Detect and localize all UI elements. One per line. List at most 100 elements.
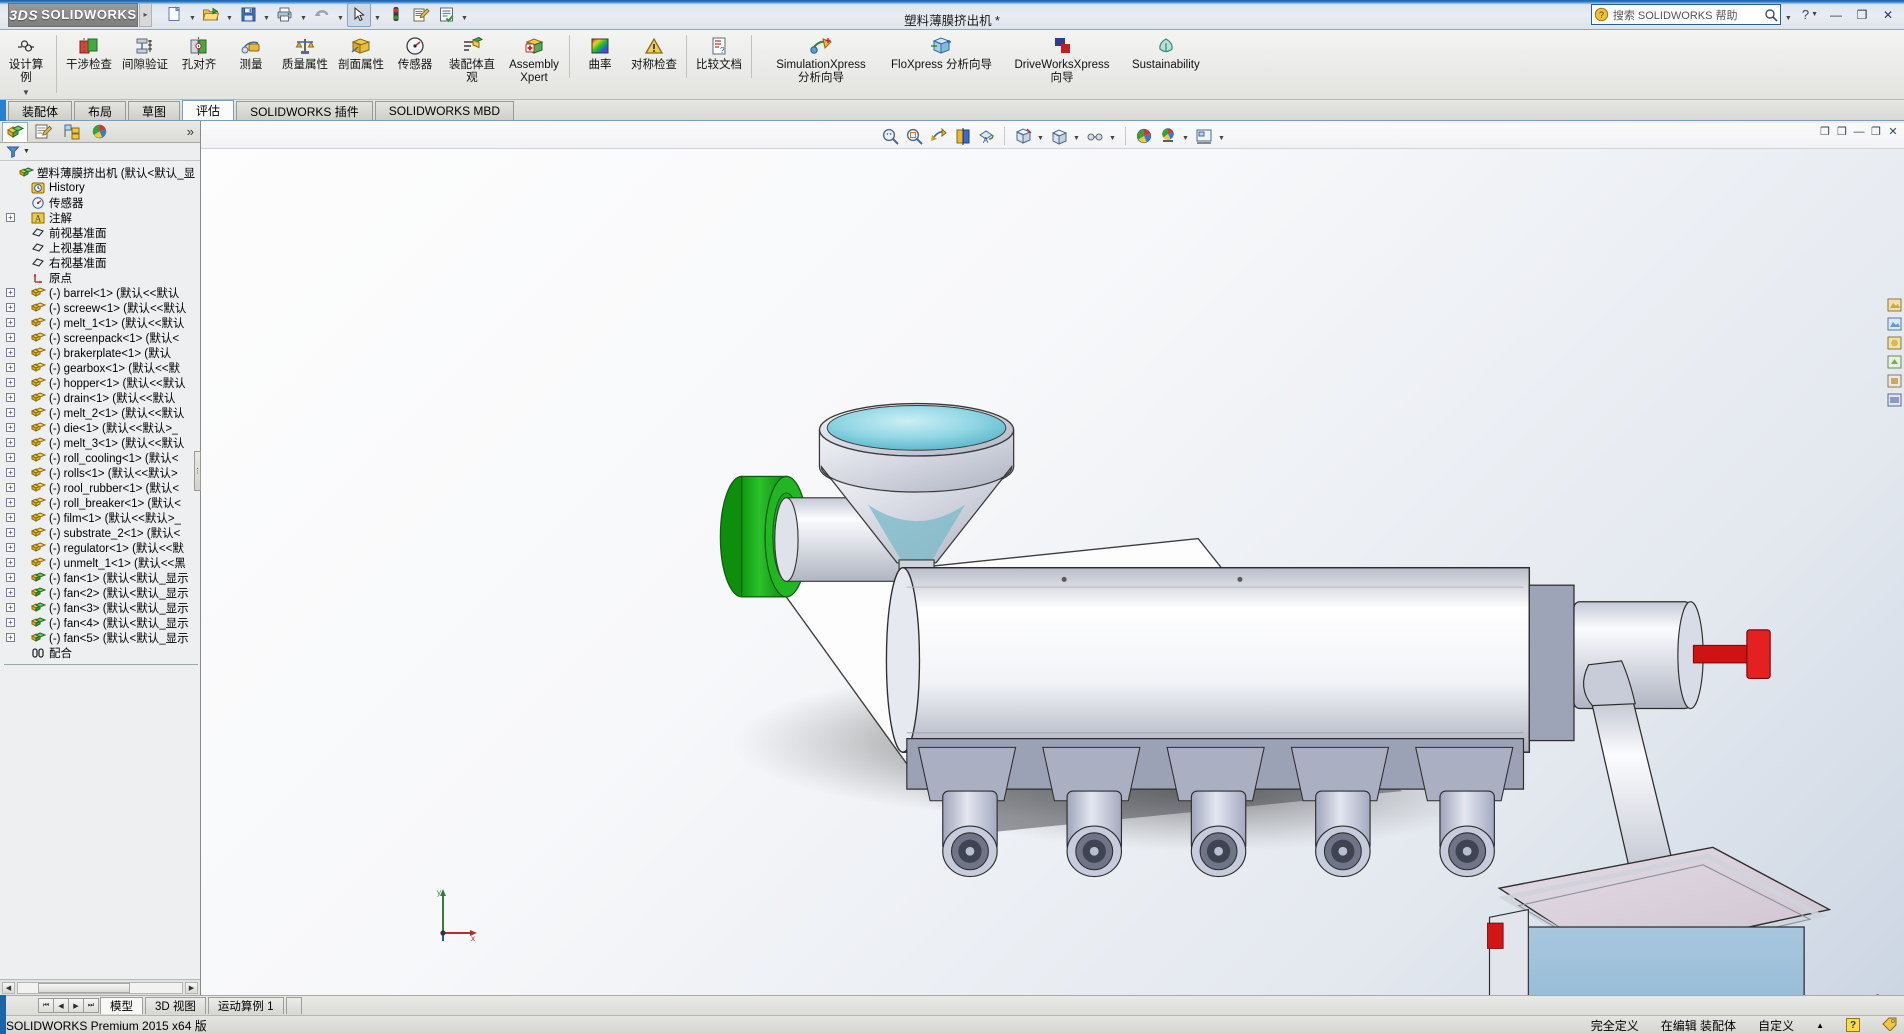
ribbon-button-2[interactable]: 孔对齐 (173, 33, 225, 72)
tree-node[interactable]: +(-) brakerplate<1> (默认 (4, 345, 200, 360)
tree-expander[interactable]: + (6, 513, 15, 522)
select-tool-button[interactable] (347, 3, 371, 27)
checklist-button[interactable] (434, 3, 458, 27)
tree-node[interactable]: 配合 (4, 645, 200, 660)
tree-node[interactable]: 前视基准面 (4, 225, 200, 240)
tree-expander[interactable]: + (6, 558, 15, 567)
print-button[interactable] (273, 3, 297, 27)
extruder-model[interactable] (201, 121, 1904, 995)
tab-4[interactable]: SOLIDWORKS 插件 (236, 101, 373, 120)
ribbon-button-12[interactable]: SimulationXpress 分析向导 (756, 33, 886, 84)
tree-expander[interactable]: + (6, 348, 15, 357)
tree-node[interactable]: +(-) screenpack<1> (默认< (4, 330, 200, 345)
tree-node[interactable]: +(-) melt_2<1> (默认<<默认 (4, 405, 200, 420)
tree-node[interactable]: +(-) fan<1> (默认<默认_显示 (4, 570, 200, 585)
document-tab-2[interactable]: 运动算例 1 (208, 997, 284, 1014)
search-caret[interactable]: ▼ (1783, 3, 1794, 27)
minimize-button[interactable]: — (1824, 5, 1848, 25)
tree-filter-bar[interactable]: ▼ (0, 143, 200, 161)
undo-button[interactable] (310, 3, 334, 27)
display-manager-tab[interactable] (86, 122, 112, 142)
tree-node[interactable]: +(-) melt_1<1> (默认<<默认 (4, 315, 200, 330)
tree-node[interactable]: History (4, 180, 200, 195)
tree-node[interactable]: +(-) drain<1> (默认<<默认 (4, 390, 200, 405)
status-tag-icon[interactable] (1882, 1017, 1898, 1034)
tree-expander[interactable]: + (6, 498, 15, 507)
ribbon-button-3[interactable]: 测量 (225, 33, 277, 72)
property-manager-tab[interactable] (30, 122, 56, 142)
tab-1[interactable]: 布局 (74, 101, 126, 120)
tree-expander[interactable]: + (6, 528, 15, 537)
new-document-caret[interactable]: ▼ (187, 3, 198, 27)
tree-expander[interactable]: + (6, 618, 15, 627)
tree-scrollbar-thumb[interactable] (38, 983, 130, 993)
configuration-manager-tab[interactable] (58, 122, 84, 142)
tree-node[interactable]: +(-) rool_rubber<1> (默认< (4, 480, 200, 495)
tree-expander[interactable]: + (6, 438, 15, 447)
ribbon-button-0[interactable]: 干涉检查 (61, 33, 117, 72)
tree-expander[interactable]: + (6, 573, 15, 582)
tree-node[interactable]: +(-) film<1> (默认<<默认>_ (4, 510, 200, 525)
tree-node[interactable]: +(-) screew<1> (默认<<默认 (4, 300, 200, 315)
tree-expander[interactable]: + (6, 408, 15, 417)
tree-node[interactable]: +(-) rolls<1> (默认<<默认> (4, 465, 200, 480)
tab-2[interactable]: 草图 (128, 101, 180, 120)
scroll-left-button[interactable]: ◀ (2, 982, 15, 994)
tree-node[interactable]: +(-) gearbox<1> (默认<<默 (4, 360, 200, 375)
tree-expander[interactable]: + (6, 468, 15, 477)
ribbon-button-11[interactable]: ?比较文档 (691, 33, 747, 72)
scroll-right-button[interactable]: ▶ (185, 982, 198, 994)
tree-node[interactable]: +(-) regulator<1> (默认<<默 (4, 540, 200, 555)
new-document-button[interactable] (162, 3, 186, 27)
feature-manager-tree-tab[interactable] (2, 122, 28, 142)
ribbon-button-8[interactable]: AssemblyXpert (503, 33, 565, 84)
tree-expander[interactable]: + (6, 453, 15, 462)
ribbon-button-1[interactable]: 间隙验证 (117, 33, 173, 72)
tree-root[interactable]: 塑料薄膜挤出机 (默认<默认_显 (4, 165, 200, 180)
tab-5[interactable]: SOLIDWORKS MBD (375, 101, 514, 120)
ribbon-button-6[interactable]: 传感器 (389, 33, 441, 72)
ribbon-button-4[interactable]: 质量属性 (277, 33, 333, 72)
tree-node[interactable]: +(-) roll_breaker<1> (默认< (4, 495, 200, 510)
tree-node[interactable]: 原点 (4, 270, 200, 285)
tree-node[interactable]: +(-) hopper<1> (默认<<默认 (4, 375, 200, 390)
nav-button-2[interactable]: ▶ (68, 998, 84, 1013)
tree-node[interactable]: +(-) die<1> (默认<<默认>_ (4, 420, 200, 435)
barrel-part[interactable] (886, 568, 1529, 753)
options-button[interactable] (409, 3, 433, 27)
save-button[interactable] (236, 3, 260, 27)
panel-more-button[interactable]: » (187, 124, 200, 139)
status-caret[interactable]: ▲ (1816, 1021, 1824, 1030)
panel-resize-handle[interactable]: ⋮ (194, 451, 201, 491)
tree-expander[interactable]: + (6, 423, 15, 432)
print-caret[interactable]: ▼ (298, 3, 309, 27)
solidworks-logo[interactable]: 3DS SOLIDWORKS (8, 3, 138, 27)
tab-0[interactable]: 装配体 (8, 101, 72, 120)
tree-node[interactable]: +(-) roll_cooling<1> (默认< (4, 450, 200, 465)
design-study-caret[interactable]: ▼ (22, 88, 30, 97)
tree-node[interactable]: +(-) fan<3> (默认<默认_显示 (4, 600, 200, 615)
tree-expander[interactable]: + (6, 588, 15, 597)
help-menu[interactable]: ?▼ (1802, 7, 1818, 22)
nav-button-0[interactable]: ⏮ (38, 998, 54, 1013)
save-caret[interactable]: ▼ (261, 3, 272, 27)
close-button[interactable]: ✕ (1876, 5, 1900, 25)
ribbon-button-7[interactable]: 装配体直观 (441, 33, 503, 84)
tree-expander[interactable]: + (6, 333, 15, 342)
open-document-caret[interactable]: ▼ (224, 3, 235, 27)
nav-button-1[interactable]: ◀ (53, 998, 69, 1013)
ribbon-button-10[interactable]: 对称检查 (626, 33, 682, 72)
document-tab-add[interactable] (286, 997, 302, 1014)
tree-expander[interactable]: + (6, 378, 15, 387)
tree-expander[interactable]: + (6, 603, 15, 612)
tree-node[interactable]: +(-) unmelt_1<1> (默认<<黑 (4, 555, 200, 570)
filter-caret[interactable]: ▼ (23, 148, 30, 155)
tree-node[interactable]: +(-) substrate_2<1> (默认< (4, 525, 200, 540)
roll-assembly[interactable] (1488, 847, 1830, 995)
search-input[interactable]: ? 搜索 SOLIDWORKS 帮助 (1591, 4, 1781, 25)
nav-button-3[interactable]: ⏭ (83, 998, 99, 1013)
restore-button[interactable]: ❐ (1850, 5, 1874, 25)
tree-node[interactable]: 传感器 (4, 195, 200, 210)
tree-node[interactable]: +(-) fan<4> (默认<默认_显示 (4, 615, 200, 630)
tree-node[interactable]: +(-) fan<5> (默认<默认_显示 (4, 630, 200, 645)
